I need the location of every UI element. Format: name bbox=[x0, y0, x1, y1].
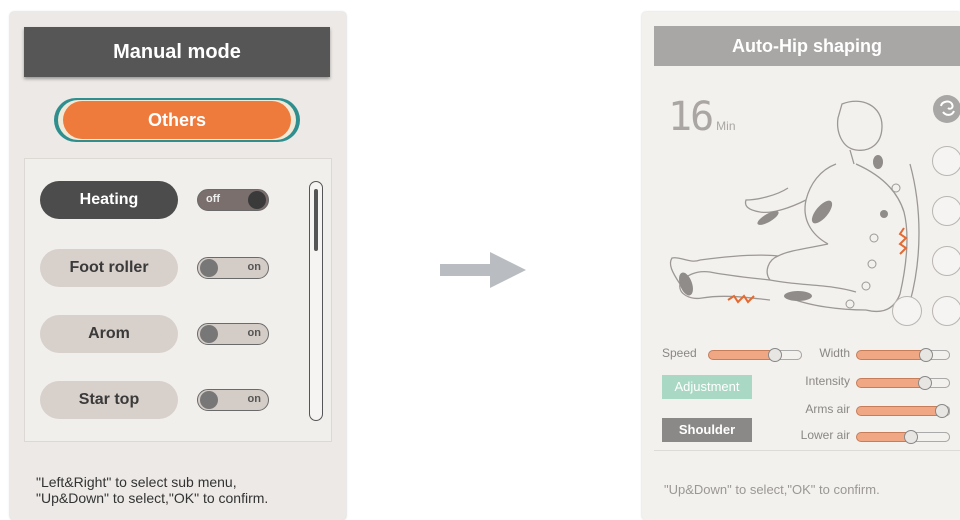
arom-toggle-state: on bbox=[247, 327, 261, 339]
menu-item-foot-roller[interactable]: Foot roller bbox=[40, 249, 178, 287]
instruction-line-2: "Up&Down" to select,"OK" to confirm. bbox=[36, 490, 269, 506]
lower-air-slider[interactable] bbox=[856, 430, 950, 444]
toggle-knob bbox=[248, 191, 266, 209]
width-label: Width bbox=[819, 346, 850, 360]
tab-others[interactable]: Others bbox=[54, 98, 300, 142]
tab-others-label: Others bbox=[63, 101, 291, 139]
mode-circle-1[interactable] bbox=[932, 146, 960, 176]
arrow-right-icon bbox=[440, 252, 526, 288]
slider-thumb[interactable] bbox=[935, 404, 949, 418]
mode-circle-4[interactable] bbox=[892, 296, 922, 326]
intensity-slider[interactable] bbox=[856, 376, 950, 390]
heating-toggle-state: off bbox=[206, 193, 221, 205]
instruction-line-1: "Left&Right" to select sub menu, bbox=[36, 474, 237, 490]
manual-mode-title: Manual mode bbox=[24, 27, 330, 77]
toggle-knob bbox=[200, 259, 218, 277]
shoulder-button[interactable]: Shoulder bbox=[662, 418, 752, 442]
mode-circle-2[interactable] bbox=[932, 196, 960, 226]
menu-item-heating[interactable]: Heating bbox=[40, 181, 178, 219]
divider bbox=[654, 450, 960, 451]
adjustment-button[interactable]: Adjustment bbox=[662, 375, 752, 399]
star-top-toggle[interactable]: on bbox=[197, 389, 269, 411]
intensity-label: Intensity bbox=[805, 374, 850, 388]
mode-circle-5[interactable] bbox=[932, 296, 960, 326]
menu-item-arom[interactable]: Arom bbox=[40, 315, 178, 353]
speed-slider[interactable] bbox=[708, 348, 802, 362]
heating-toggle[interactable]: off bbox=[197, 189, 269, 211]
arms-air-label: Arms air bbox=[805, 402, 850, 416]
right-instructions: "Up&Down" to select,"OK" to confirm. bbox=[664, 482, 880, 497]
slider-thumb[interactable] bbox=[767, 348, 782, 362]
menu-item-star-top[interactable]: Star top bbox=[40, 381, 178, 419]
auto-hip-title: Auto-Hip shaping bbox=[654, 26, 960, 66]
submenu-list: Heating off Foot roller on Arom on Star … bbox=[24, 158, 332, 442]
manual-mode-panel: Manual mode Others Heating off Foot roll… bbox=[10, 12, 346, 520]
lower-air-label: Lower air bbox=[800, 428, 850, 442]
slider-thumb[interactable] bbox=[903, 430, 918, 444]
left-instructions: "Left&Right" to select sub menu, "Up&Dow… bbox=[36, 474, 336, 506]
massage-head-icon[interactable] bbox=[932, 94, 960, 124]
scrollbar-thumb[interactable] bbox=[314, 189, 318, 251]
slider-thumb[interactable] bbox=[917, 376, 932, 390]
arms-air-slider[interactable] bbox=[856, 404, 950, 418]
mode-circle-3[interactable] bbox=[932, 246, 960, 276]
speed-label: Speed bbox=[662, 346, 697, 360]
foot-roller-toggle[interactable]: on bbox=[197, 257, 269, 279]
star-top-toggle-state: on bbox=[247, 393, 261, 405]
toggle-knob bbox=[200, 325, 218, 343]
width-slider[interactable] bbox=[856, 348, 950, 362]
foot-roller-toggle-state: on bbox=[247, 261, 261, 273]
arom-toggle[interactable]: on bbox=[197, 323, 269, 345]
toggle-knob bbox=[200, 391, 218, 409]
